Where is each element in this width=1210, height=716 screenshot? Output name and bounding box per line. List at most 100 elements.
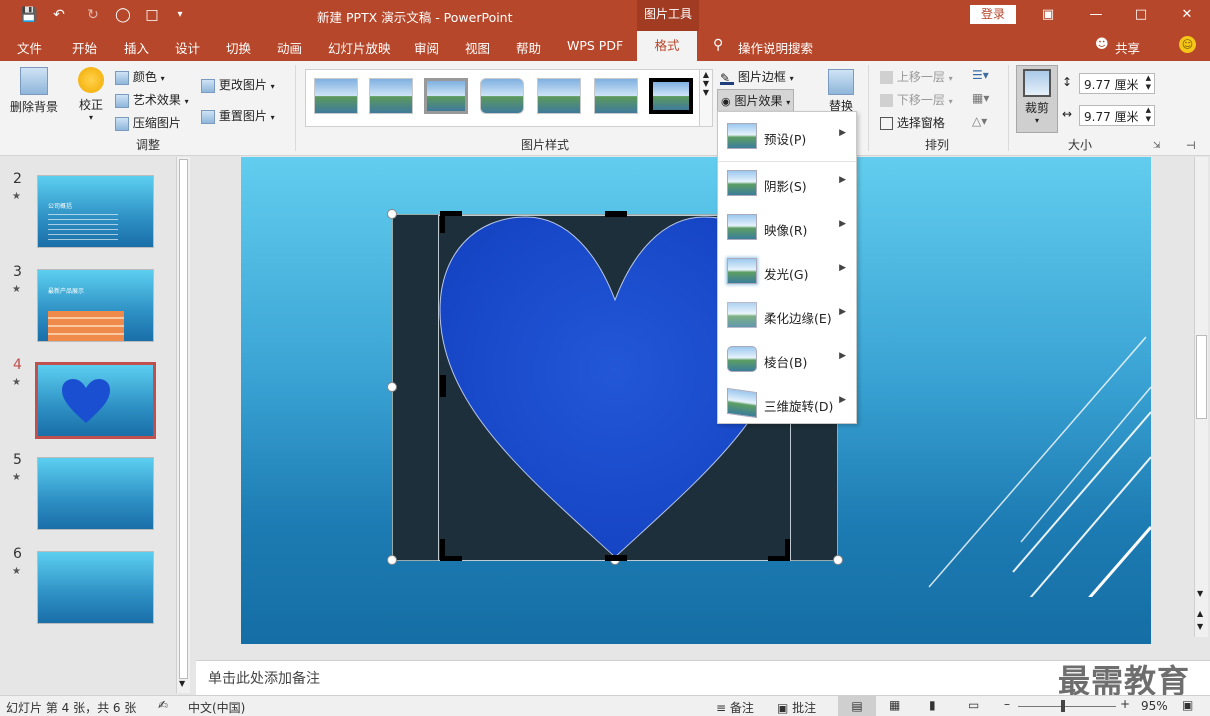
slide-thumbnail-2[interactable]: 公司概括 [37,175,154,248]
login-button[interactable]: 登录 [970,5,1016,24]
zoom-slider-thumb[interactable] [1061,700,1065,712]
corrections-button[interactable]: 校正 ▾ [73,67,109,122]
menu-item-bevel[interactable]: 棱台(B) ▶ [718,338,856,382]
slide-scrollbar[interactable]: ▼ ▲ ▼ [1194,157,1208,637]
zoom-slider[interactable] [1018,706,1116,707]
slide-thumbnail-3[interactable]: 最新产品展示 [37,269,154,342]
style-thumb[interactable] [649,78,693,114]
pin-ribbon-icon[interactable]: ⊣ [1186,139,1196,152]
crop-handle[interactable] [440,375,446,397]
menu-item-glow[interactable]: 发光(G) ▶ [718,250,856,294]
thumbnails-scrollbar[interactable]: ▼ [176,157,190,693]
new-file-icon[interactable]: □ [143,6,161,24]
ribbon-display-icon[interactable]: ▣ [1036,4,1060,26]
crop-handle[interactable] [605,555,627,561]
slide-thumbnail-4[interactable] [35,362,156,439]
tell-me-search[interactable]: 操作说明搜索 [738,38,813,57]
resize-handle[interactable] [387,382,397,392]
customize-qat-icon[interactable]: ▾ [171,6,189,24]
tab-review[interactable]: 审阅 [414,38,439,57]
language-label[interactable]: 中文(中国) [188,699,245,716]
style-thumb[interactable] [369,78,413,114]
fit-to-window-icon[interactable]: ▣ [1182,698,1193,712]
style-thumb[interactable] [480,78,524,114]
tab-animations[interactable]: 动画 [277,38,302,57]
menu-item-reflection[interactable]: 映像(R) ▶ [718,206,856,250]
style-thumb[interactable] [594,78,638,114]
slide-sorter-icon[interactable]: ▦ [889,698,900,712]
artistic-effects-button[interactable]: 艺术效果 ▾ [115,91,189,108]
crop-handle[interactable] [605,211,627,217]
menu-item-preset[interactable]: 预设(P) ▶ [718,115,856,159]
tab-transitions[interactable]: 切换 [226,38,251,57]
crop-handle[interactable] [768,539,790,561]
zoom-out-icon[interactable]: – [1004,697,1010,711]
menu-item-3d-rotation[interactable]: 三维旋转(D) ▶ [718,382,856,426]
spellcheck-icon[interactable]: ✍ [158,698,168,712]
prev-slide-icon[interactable]: ▲ [1197,609,1203,618]
tab-help[interactable]: 帮助 [516,38,541,57]
crop-handle[interactable] [440,211,462,233]
crop-button[interactable]: 裁剪 ▾ [1016,65,1058,133]
smiley-icon[interactable]: ☺ [1179,36,1196,53]
compress-pictures-button[interactable]: 压缩图片 [115,114,181,131]
align-icon[interactable]: ☰▾ [972,68,989,82]
zoom-in-icon[interactable]: + [1120,697,1130,711]
comments-button[interactable]: ▣ 批注 [777,699,816,716]
tab-wps-pdf[interactable]: WPS PDF [567,38,623,53]
picture-effects-button[interactable]: ◉ 图片效果 ▾ [717,89,795,112]
scroll-down-icon[interactable]: ▼ [179,679,185,688]
slide-thumbnail-5[interactable] [37,457,154,530]
width-input[interactable]: 9.77 厘米 ▲ ▼ [1079,105,1155,126]
zoom-level[interactable]: 95% [1141,699,1168,713]
picture-border-button[interactable]: ✎ 图片边框 ▾ [720,68,794,85]
height-input[interactable]: 9.77 厘米 ▲ ▼ [1079,73,1155,94]
change-picture-button[interactable]: 更改图片 ▾ [201,76,275,93]
menu-item-soft-edges[interactable]: 柔化边缘(E) ▶ [718,294,856,338]
color-button[interactable]: 颜色 ▾ [115,68,165,85]
selection-pane-button[interactable]: 选择窗格 [880,114,945,131]
crop-handle[interactable] [440,539,462,561]
tab-design[interactable]: 设计 [175,38,200,57]
gallery-scroll[interactable]: ▲ ▼ ▼ [699,69,713,127]
normal-view-icon[interactable]: ▤ [838,696,876,716]
tab-insert[interactable]: 插入 [124,38,149,57]
menu-item-shadow[interactable]: 阴影(S) ▶ [718,162,856,206]
slide-thumbnail-6[interactable] [37,551,154,624]
slide-scroll-thumb[interactable] [1196,335,1207,419]
separator [295,65,296,151]
tab-format[interactable]: 格式 [637,31,697,61]
remove-background-button[interactable]: 删除背景 [8,67,60,115]
tab-slideshow[interactable]: 幻灯片放映 [328,38,391,57]
style-thumb[interactable] [537,78,581,114]
resize-handle[interactable] [387,209,397,219]
tab-home[interactable]: 开始 [72,38,97,57]
next-slide-icon[interactable]: ▼ [1197,622,1203,631]
share-button[interactable]: 共享 [1115,38,1140,57]
resize-handle[interactable] [833,555,843,565]
reading-view-icon[interactable]: ▮ [929,698,936,712]
maximize-icon[interactable]: □ [1129,4,1153,26]
reset-picture-button[interactable]: 重置图片 ▾ [201,107,275,124]
style-thumb[interactable] [314,78,358,114]
redo-icon[interactable]: ↻ [84,6,102,24]
size-dialog-launcher-icon[interactable]: ⇲ [1153,141,1161,151]
resize-handle[interactable] [387,555,397,565]
present-icon[interactable]: ◯ [114,6,132,24]
tab-file[interactable]: 文件 [17,38,42,57]
send-backward-button[interactable]: 下移一层 ▾ [880,91,953,108]
notes-toggle-button[interactable]: ≡ 备注 [716,699,754,716]
bring-forward-button[interactable]: 上移一层 ▾ [880,68,953,85]
slideshow-view-icon[interactable]: ▭ [968,698,979,712]
thumbnails-scroll-thumb[interactable] [179,159,188,679]
save-icon[interactable]: 💾 [20,6,38,24]
group-icon[interactable]: ▦▾ [972,91,989,105]
alt-text-button[interactable]: 替换 [826,69,856,114]
minimize-icon[interactable]: — [1084,4,1108,26]
undo-icon[interactable]: ↶ [50,6,68,24]
style-thumb[interactable] [424,78,468,114]
tab-view[interactable]: 视图 [465,38,490,57]
rotate-icon[interactable]: △▾ [972,114,987,128]
close-icon[interactable]: ✕ [1175,4,1199,26]
scroll-down-icon[interactable]: ▼ [1197,589,1203,598]
